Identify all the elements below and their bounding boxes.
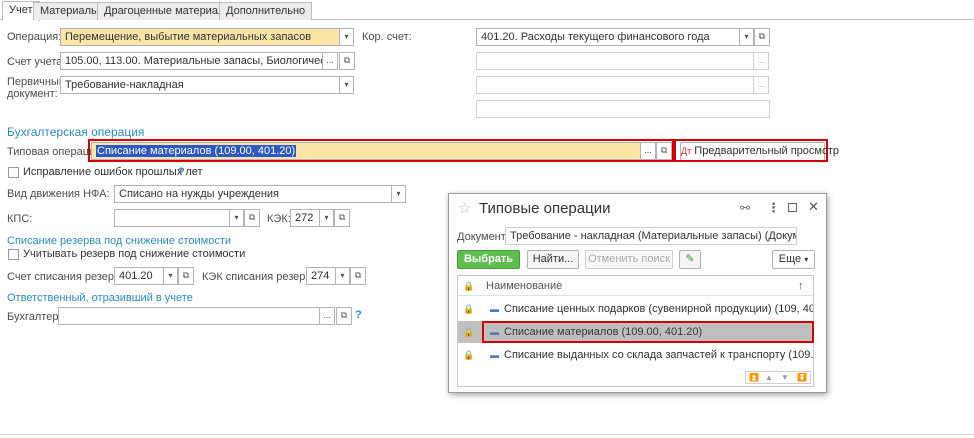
kps-label: КПС:: [7, 213, 33, 225]
reserve-kek-open-icon[interactable]: ⧉: [350, 267, 366, 285]
kps-field[interactable]: [114, 209, 230, 227]
responsible-section-title: Ответственный, отразивший в учете: [7, 292, 193, 304]
edit-icon[interactable]: ✎: [679, 250, 701, 269]
accountant-help-icon[interactable]: ?: [355, 309, 362, 321]
nfa-movement-field[interactable]: Списано на нужды учреждения: [114, 185, 392, 203]
dialog-doc-label: Документ:: [457, 231, 509, 243]
fix-errors-checkbox[interactable]: [8, 167, 19, 178]
fix-errors-help-icon[interactable]: ?: [178, 166, 185, 178]
dialog-title: Типовые операции: [479, 200, 611, 217]
primary-doc-field[interactable]: Требование-накладная: [60, 76, 340, 94]
operation-label: Операция:: [7, 31, 62, 43]
reserve-account-field[interactable]: 401.20: [114, 267, 164, 285]
row-lock-icon: 🔒: [463, 304, 475, 314]
more-chevron-down-icon: ▾: [804, 255, 809, 264]
tab-materials[interactable]: Материалы: [33, 2, 106, 20]
nfa-movement-dropdown-icon[interactable]: ▾: [392, 185, 406, 203]
analytics-2-ellipsis-button[interactable]: ...: [753, 76, 769, 94]
cancel-search-button[interactable]: Отменить поиск: [585, 250, 673, 269]
operation-dropdown-icon[interactable]: ▾: [340, 28, 354, 46]
dialog-doc-field: Требование - накладная (Материальные зап…: [505, 227, 797, 245]
kor-account-dropdown-icon[interactable]: ▾: [740, 28, 754, 46]
analytics-1-ellipsis-button[interactable]: ...: [753, 52, 769, 70]
kps-open-icon[interactable]: ⧉: [244, 209, 260, 227]
kek-field[interactable]: 272: [290, 209, 320, 227]
typical-operations-dialog: ☆ Типовые операции ⚯ ⋮ ✕ Документ: Требо…: [448, 193, 827, 393]
maximize-icon[interactable]: [788, 203, 797, 212]
primary-doc-dropdown-icon[interactable]: ▾: [340, 76, 354, 94]
kek-dropdown-icon[interactable]: ▾: [320, 209, 334, 227]
reserve-kek-field[interactable]: 274: [306, 267, 336, 285]
account-field[interactable]: 105.00, 113.00. Материальные запасы, Био…: [60, 52, 323, 70]
highlight-typical-operation: [88, 139, 674, 162]
accountant-open-icon[interactable]: ⧉: [336, 307, 352, 325]
column-header-name[interactable]: Наименование: [486, 276, 562, 295]
find-button[interactable]: Найти...: [527, 250, 579, 269]
select-button[interactable]: Выбрать: [457, 250, 520, 269]
accounting-operation-section-title: Бухгалтерская операция: [7, 125, 145, 139]
kek-label: КЭК:: [267, 213, 291, 225]
tab-precious-materials[interactable]: Драгоценные материалы: [97, 2, 240, 20]
highlight-preview-button: [674, 139, 828, 162]
row-lock-icon: 🔒: [463, 350, 475, 360]
tab-bar: Учет Материалы Драгоценные материалы Доп…: [0, 0, 974, 21]
row-lock-icon: 🔒: [463, 327, 475, 337]
analytics-field-2[interactable]: [476, 76, 754, 94]
row-document-icon: ▬: [490, 350, 499, 360]
sort-arrow-icon[interactable]: ↑: [798, 276, 804, 295]
reserve-kek-dropdown-icon[interactable]: ▾: [336, 267, 350, 285]
tab-additional[interactable]: Дополнительно: [219, 2, 313, 20]
row-label: Списание выданных со склада запчастей к …: [504, 349, 813, 361]
more-button[interactable]: Еще ▾: [772, 250, 815, 269]
reserve-account-label: Счет списания резерва:: [7, 271, 129, 283]
accountant-ellipsis-button[interactable]: ...: [319, 307, 335, 325]
analytics-field-3[interactable]: [476, 100, 770, 118]
reserve-account-open-icon[interactable]: ⧉: [178, 267, 194, 285]
star-icon[interactable]: ☆: [458, 199, 471, 217]
reserve-checkbox[interactable]: [8, 249, 19, 260]
table-header: 🔒 Наименование ↑: [458, 276, 813, 296]
kek-open-icon[interactable]: ⧉: [334, 209, 350, 227]
more-button-label: Еще: [778, 253, 802, 265]
reserve-section-title: Списание резерва под снижение стоимости: [7, 235, 232, 247]
bottom-divider: [0, 434, 974, 435]
fix-errors-label: Исправление ошибок прошлых лет: [23, 166, 203, 178]
table-row[interactable]: 🔒 ▬ Списание ценных подарков (сувенирной…: [458, 298, 813, 320]
reserve-check-label: Учитывать резерв под снижение стоимости: [23, 248, 246, 260]
nav-up-icon[interactable]: ▲: [765, 372, 773, 383]
row-label: Списание ценных подарков (сувенирной про…: [504, 303, 813, 315]
account-ellipsis-button[interactable]: ...: [322, 52, 338, 70]
link-icon[interactable]: ⚯: [740, 201, 750, 215]
table-row[interactable]: 🔒 ▬ Списание выданных со склада запчасте…: [458, 344, 813, 366]
table-navigation: ⏫ ▲ ▼ ⏬: [745, 371, 811, 384]
header-lock-icon: 🔒: [463, 281, 475, 291]
reserve-kek-label: КЭК списания резерва:: [202, 271, 321, 283]
account-label: Счет учета:: [7, 56, 66, 68]
accountant-field[interactable]: [58, 307, 320, 325]
nav-first-icon[interactable]: ⏫: [749, 372, 759, 383]
more-actions-icon[interactable]: ⋮: [767, 200, 780, 216]
row-document-icon: ▬: [490, 304, 499, 314]
kor-account-field[interactable]: 401.20. Расходы текущего финансового год…: [476, 28, 740, 46]
analytics-field-1[interactable]: [476, 52, 754, 70]
accountant-label: Бухгалтер:: [7, 311, 62, 323]
kps-dropdown-icon[interactable]: ▾: [230, 209, 244, 227]
kor-account-label: Кор. счет:: [362, 31, 412, 43]
operations-table: 🔒 Наименование ↑ 🔒 ▬ Списание ценных под…: [457, 275, 814, 387]
reserve-account-dropdown-icon[interactable]: ▾: [164, 267, 178, 285]
nfa-movement-label: Вид движения НФА:: [7, 188, 110, 200]
primary-doc-label-1: Первичный: [7, 76, 65, 88]
operation-field[interactable]: Перемещение, выбытие материальных запасо…: [60, 28, 340, 46]
nav-last-icon[interactable]: ⏬: [797, 372, 807, 383]
nav-down-icon[interactable]: ▼: [781, 372, 789, 383]
primary-doc-label-2: документ:: [7, 88, 58, 100]
kor-account-open-icon[interactable]: ⧉: [754, 28, 770, 46]
close-icon[interactable]: ✕: [808, 199, 819, 215]
highlight-selected-row: [482, 321, 814, 343]
account-open-icon[interactable]: ⧉: [339, 52, 355, 70]
